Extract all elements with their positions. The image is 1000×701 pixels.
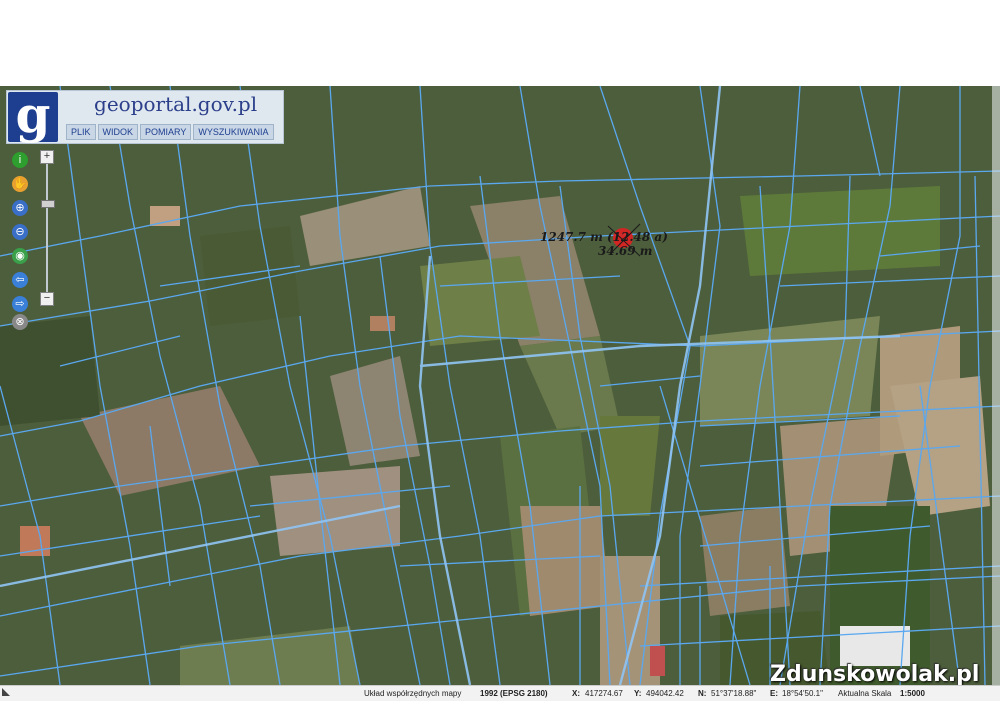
site-title: geoportal.gov.pl	[94, 92, 257, 116]
logo-g-icon: g	[15, 85, 51, 144]
menu-pomiary[interactable]: POMIARY	[140, 124, 192, 140]
zoom-minus-button[interactable]: −	[40, 292, 54, 306]
arrow-right-icon[interactable]: ⇨	[12, 296, 28, 312]
measure-area-label: 1247.7 m (12.48 a)	[540, 230, 668, 244]
map-toolbar: i ✋ ⊕ ⊖ ◉ ⇦ ⇨ ⊗	[8, 148, 34, 332]
site-title-prefix: g	[94, 92, 107, 116]
close-icon[interactable]: ⊗	[12, 314, 28, 330]
menu-widok[interactable]: WIDOK	[97, 124, 139, 140]
measure-length-label: 34.69 m	[598, 244, 653, 258]
x-label: X:	[572, 689, 580, 698]
arrow-left-icon[interactable]: ⇦	[12, 272, 28, 288]
main-menu: PLIK WIDOK POMIARY WYSZUKIWANIA	[66, 124, 274, 140]
n-value: 51°37'18.88"	[711, 689, 757, 698]
crs-label: Układ współrzędnych mapy	[364, 689, 462, 698]
aerial-map[interactable]	[0, 86, 1000, 685]
zoom-handle[interactable]	[41, 200, 55, 208]
x-value: 417274.67	[585, 689, 623, 698]
crs-value: 1992 (EPSG 2180)	[480, 689, 548, 698]
menu-wyszukiwania[interactable]: WYSZUKIWANIA	[193, 124, 274, 140]
status-bar: Układ współrzędnych mapy 1992 (EPSG 2180…	[0, 685, 1000, 701]
measure-area-value: 1247.7 m	[540, 230, 603, 244]
resize-corner-icon[interactable]	[2, 688, 10, 696]
top-blank-area	[0, 0, 1000, 86]
y-value: 494042.42	[646, 689, 684, 698]
pan-hand-icon[interactable]: ✋	[12, 176, 28, 192]
measure-area-suffix: (12.48 a)	[607, 230, 668, 244]
zoom-plus-button[interactable]: +	[40, 150, 54, 164]
zoom-slider[interactable]: + −	[40, 150, 55, 306]
menu-plik[interactable]: PLIK	[66, 124, 96, 140]
scale-value: 1:5000	[900, 689, 925, 698]
e-value: 18°54'50.1"	[782, 689, 823, 698]
scale-label: Aktualna Skala	[838, 689, 892, 698]
zoom-in-icon[interactable]: ⊕	[12, 200, 28, 216]
y-label: Y:	[634, 689, 642, 698]
n-label: N:	[698, 689, 707, 698]
zoom-track	[46, 164, 48, 292]
info-icon[interactable]: i	[12, 152, 28, 168]
watermark: Zdunskowolak.pl	[770, 662, 980, 687]
site-title-rest: eoportal.gov.pl	[106, 92, 258, 116]
map-view[interactable]	[0, 86, 1000, 685]
e-label: E:	[770, 689, 778, 698]
zoom-out-icon[interactable]: ⊖	[12, 224, 28, 240]
right-panel-edge	[992, 86, 1000, 685]
globe-icon[interactable]: ◉	[12, 248, 28, 264]
